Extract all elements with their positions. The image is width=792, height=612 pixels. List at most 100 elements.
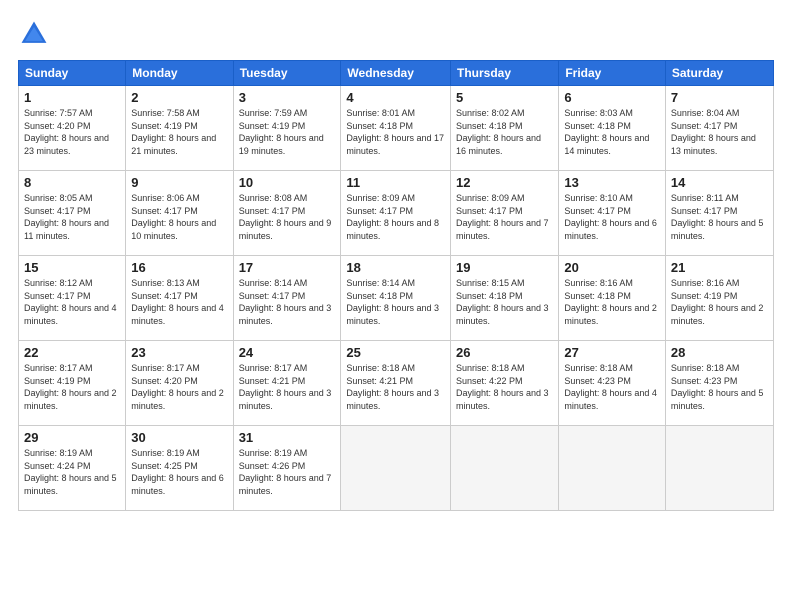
calendar-cell: 11 Sunrise: 8:09 AMSunset: 4:17 PMDaylig… — [341, 171, 451, 256]
day-number: 16 — [131, 260, 227, 275]
day-header-wednesday: Wednesday — [341, 61, 451, 86]
day-info: Sunrise: 8:18 AMSunset: 4:23 PMDaylight:… — [564, 363, 657, 411]
calendar-cell: 14 Sunrise: 8:11 AMSunset: 4:17 PMDaylig… — [665, 171, 773, 256]
day-number: 9 — [131, 175, 227, 190]
day-info: Sunrise: 8:03 AMSunset: 4:18 PMDaylight:… — [564, 108, 649, 156]
calendar-cell: 27 Sunrise: 8:18 AMSunset: 4:23 PMDaylig… — [559, 341, 666, 426]
day-info: Sunrise: 8:16 AMSunset: 4:19 PMDaylight:… — [671, 278, 764, 326]
day-number: 26 — [456, 345, 553, 360]
calendar-cell: 2 Sunrise: 7:58 AMSunset: 4:19 PMDayligh… — [126, 86, 233, 171]
day-number: 1 — [24, 90, 120, 105]
day-number: 5 — [456, 90, 553, 105]
day-number: 21 — [671, 260, 768, 275]
day-info: Sunrise: 8:19 AMSunset: 4:25 PMDaylight:… — [131, 448, 224, 496]
day-number: 4 — [346, 90, 445, 105]
day-info: Sunrise: 8:10 AMSunset: 4:17 PMDaylight:… — [564, 193, 657, 241]
day-info: Sunrise: 8:08 AMSunset: 4:17 PMDaylight:… — [239, 193, 332, 241]
day-header-sunday: Sunday — [19, 61, 126, 86]
calendar-cell: 24 Sunrise: 8:17 AMSunset: 4:21 PMDaylig… — [233, 341, 341, 426]
day-info: Sunrise: 8:05 AMSunset: 4:17 PMDaylight:… — [24, 193, 109, 241]
day-info: Sunrise: 8:14 AMSunset: 4:17 PMDaylight:… — [239, 278, 332, 326]
calendar-cell: 8 Sunrise: 8:05 AMSunset: 4:17 PMDayligh… — [19, 171, 126, 256]
day-info: Sunrise: 8:02 AMSunset: 4:18 PMDaylight:… — [456, 108, 541, 156]
day-number: 25 — [346, 345, 445, 360]
day-number: 7 — [671, 90, 768, 105]
day-number: 27 — [564, 345, 660, 360]
calendar-cell: 29 Sunrise: 8:19 AMSunset: 4:24 PMDaylig… — [19, 426, 126, 511]
calendar-cell: 21 Sunrise: 8:16 AMSunset: 4:19 PMDaylig… — [665, 256, 773, 341]
page: SundayMondayTuesdayWednesdayThursdayFrid… — [0, 0, 792, 612]
day-header-saturday: Saturday — [665, 61, 773, 86]
day-info: Sunrise: 8:17 AMSunset: 4:19 PMDaylight:… — [24, 363, 117, 411]
day-header-monday: Monday — [126, 61, 233, 86]
calendar-cell: 3 Sunrise: 7:59 AMSunset: 4:19 PMDayligh… — [233, 86, 341, 171]
logo-icon — [18, 18, 50, 50]
calendar-cell: 30 Sunrise: 8:19 AMSunset: 4:25 PMDaylig… — [126, 426, 233, 511]
day-number: 28 — [671, 345, 768, 360]
calendar-cell: 5 Sunrise: 8:02 AMSunset: 4:18 PMDayligh… — [451, 86, 559, 171]
day-number: 23 — [131, 345, 227, 360]
day-header-thursday: Thursday — [451, 61, 559, 86]
day-number: 8 — [24, 175, 120, 190]
calendar-cell: 20 Sunrise: 8:16 AMSunset: 4:18 PMDaylig… — [559, 256, 666, 341]
day-number: 24 — [239, 345, 336, 360]
day-info: Sunrise: 8:19 AMSunset: 4:26 PMDaylight:… — [239, 448, 332, 496]
day-info: Sunrise: 8:17 AMSunset: 4:21 PMDaylight:… — [239, 363, 332, 411]
day-info: Sunrise: 7:59 AMSunset: 4:19 PMDaylight:… — [239, 108, 324, 156]
calendar-cell: 15 Sunrise: 8:12 AMSunset: 4:17 PMDaylig… — [19, 256, 126, 341]
day-info: Sunrise: 8:09 AMSunset: 4:17 PMDaylight:… — [456, 193, 549, 241]
calendar-cell: 12 Sunrise: 8:09 AMSunset: 4:17 PMDaylig… — [451, 171, 559, 256]
day-number: 10 — [239, 175, 336, 190]
day-info: Sunrise: 8:14 AMSunset: 4:18 PMDaylight:… — [346, 278, 439, 326]
day-info: Sunrise: 8:13 AMSunset: 4:17 PMDaylight:… — [131, 278, 224, 326]
day-number: 3 — [239, 90, 336, 105]
day-info: Sunrise: 8:18 AMSunset: 4:22 PMDaylight:… — [456, 363, 549, 411]
day-header-tuesday: Tuesday — [233, 61, 341, 86]
day-info: Sunrise: 8:11 AMSunset: 4:17 PMDaylight:… — [671, 193, 764, 241]
day-number: 17 — [239, 260, 336, 275]
calendar-cell: 22 Sunrise: 8:17 AMSunset: 4:19 PMDaylig… — [19, 341, 126, 426]
day-number: 31 — [239, 430, 336, 445]
day-number: 30 — [131, 430, 227, 445]
calendar-cell — [559, 426, 666, 511]
day-info: Sunrise: 8:18 AMSunset: 4:21 PMDaylight:… — [346, 363, 439, 411]
calendar-cell: 4 Sunrise: 8:01 AMSunset: 4:18 PMDayligh… — [341, 86, 451, 171]
calendar-cell: 25 Sunrise: 8:18 AMSunset: 4:21 PMDaylig… — [341, 341, 451, 426]
calendar-cell: 7 Sunrise: 8:04 AMSunset: 4:17 PMDayligh… — [665, 86, 773, 171]
day-number: 15 — [24, 260, 120, 275]
logo — [18, 18, 54, 50]
day-info: Sunrise: 8:01 AMSunset: 4:18 PMDaylight:… — [346, 108, 444, 156]
day-info: Sunrise: 8:09 AMSunset: 4:17 PMDaylight:… — [346, 193, 439, 241]
calendar-cell — [341, 426, 451, 511]
day-info: Sunrise: 8:06 AMSunset: 4:17 PMDaylight:… — [131, 193, 216, 241]
day-number: 29 — [24, 430, 120, 445]
calendar-cell: 26 Sunrise: 8:18 AMSunset: 4:22 PMDaylig… — [451, 341, 559, 426]
calendar-cell: 23 Sunrise: 8:17 AMSunset: 4:20 PMDaylig… — [126, 341, 233, 426]
day-number: 12 — [456, 175, 553, 190]
calendar-cell: 1 Sunrise: 7:57 AMSunset: 4:20 PMDayligh… — [19, 86, 126, 171]
day-info: Sunrise: 7:57 AMSunset: 4:20 PMDaylight:… — [24, 108, 109, 156]
day-number: 22 — [24, 345, 120, 360]
calendar-cell: 18 Sunrise: 8:14 AMSunset: 4:18 PMDaylig… — [341, 256, 451, 341]
day-number: 14 — [671, 175, 768, 190]
calendar-cell: 28 Sunrise: 8:18 AMSunset: 4:23 PMDaylig… — [665, 341, 773, 426]
calendar-cell: 16 Sunrise: 8:13 AMSunset: 4:17 PMDaylig… — [126, 256, 233, 341]
header — [18, 18, 774, 50]
day-info: Sunrise: 8:04 AMSunset: 4:17 PMDaylight:… — [671, 108, 756, 156]
day-info: Sunrise: 8:18 AMSunset: 4:23 PMDaylight:… — [671, 363, 764, 411]
calendar-cell — [451, 426, 559, 511]
calendar-cell — [665, 426, 773, 511]
calendar-cell: 31 Sunrise: 8:19 AMSunset: 4:26 PMDaylig… — [233, 426, 341, 511]
day-info: Sunrise: 7:58 AMSunset: 4:19 PMDaylight:… — [131, 108, 216, 156]
day-header-friday: Friday — [559, 61, 666, 86]
day-number: 18 — [346, 260, 445, 275]
day-number: 2 — [131, 90, 227, 105]
day-info: Sunrise: 8:12 AMSunset: 4:17 PMDaylight:… — [24, 278, 117, 326]
day-number: 13 — [564, 175, 660, 190]
day-info: Sunrise: 8:15 AMSunset: 4:18 PMDaylight:… — [456, 278, 549, 326]
calendar-cell: 6 Sunrise: 8:03 AMSunset: 4:18 PMDayligh… — [559, 86, 666, 171]
day-info: Sunrise: 8:17 AMSunset: 4:20 PMDaylight:… — [131, 363, 224, 411]
day-number: 20 — [564, 260, 660, 275]
calendar-cell: 10 Sunrise: 8:08 AMSunset: 4:17 PMDaylig… — [233, 171, 341, 256]
calendar: SundayMondayTuesdayWednesdayThursdayFrid… — [18, 60, 774, 511]
